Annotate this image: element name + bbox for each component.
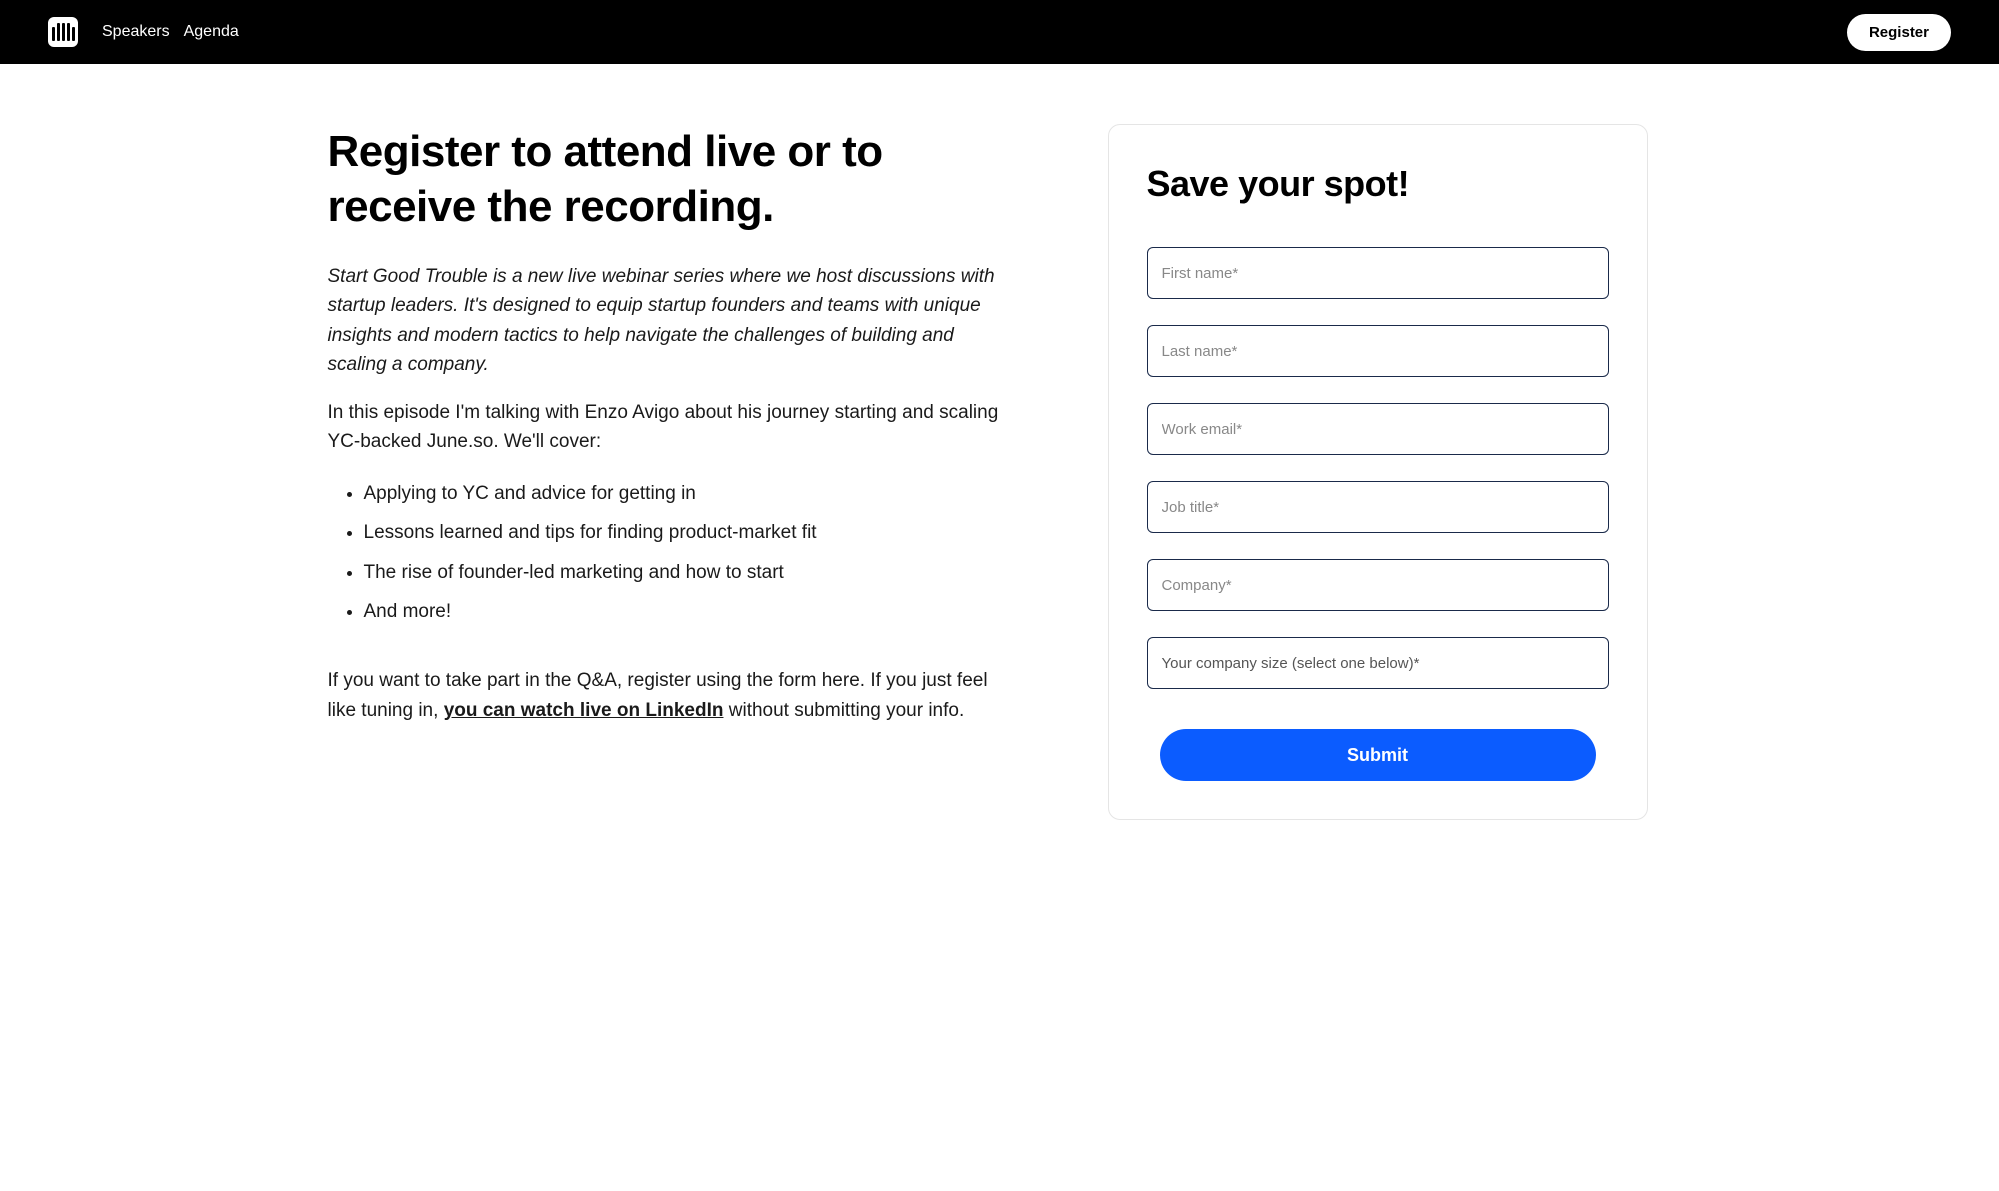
form-card: Save your spot! Your company size (selec… (1108, 124, 1648, 820)
cta-text: If you want to take part in the Q&A, reg… (328, 666, 1008, 725)
list-item: Applying to YC and advice for getting in (364, 479, 1008, 508)
logo-bars-icon (52, 23, 75, 41)
linkedin-link[interactable]: you can watch live on LinkedIn (444, 700, 724, 721)
last-name-field[interactable] (1147, 325, 1609, 377)
cta-after: without submitting your info. (723, 700, 964, 721)
company-size-select[interactable]: Your company size (select one below)* (1147, 637, 1609, 689)
page-title: Register to attend live or to receive th… (328, 124, 1008, 234)
first-name-field[interactable] (1147, 247, 1609, 299)
top-header: Speakers Agenda Register (0, 0, 1999, 64)
main: Register to attend live or to receive th… (280, 64, 1720, 880)
form-title: Save your spot! (1147, 163, 1609, 205)
list-item: And more! (364, 597, 1008, 626)
bullet-list: Applying to YC and advice for getting in… (328, 479, 1008, 627)
nav-links: Speakers Agenda (102, 23, 239, 41)
episode-text: In this episode I'm talking with Enzo Av… (328, 398, 1008, 457)
nav-link-agenda[interactable]: Agenda (184, 23, 239, 41)
logo-icon[interactable] (48, 17, 78, 47)
content-section: Register to attend live or to receive th… (328, 124, 1008, 820)
company-field[interactable] (1147, 559, 1609, 611)
header-left: Speakers Agenda (48, 17, 239, 47)
job-title-field[interactable] (1147, 481, 1609, 533)
register-button[interactable]: Register (1847, 14, 1951, 51)
nav-link-speakers[interactable]: Speakers (102, 23, 170, 41)
intro-text: Start Good Trouble is a new live webinar… (328, 262, 1008, 380)
submit-button[interactable]: Submit (1160, 729, 1596, 781)
list-item: Lessons learned and tips for finding pro… (364, 518, 1008, 547)
list-item: The rise of founder-led marketing and ho… (364, 558, 1008, 587)
form-fields: Your company size (select one below)* Su… (1147, 247, 1609, 781)
work-email-field[interactable] (1147, 403, 1609, 455)
